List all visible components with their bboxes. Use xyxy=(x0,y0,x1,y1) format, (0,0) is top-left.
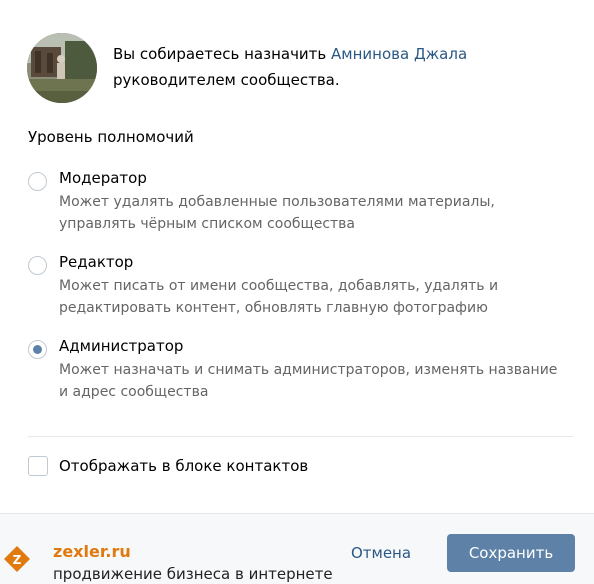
save-button[interactable]: Сохранить xyxy=(447,534,575,572)
cancel-button[interactable]: Отмена xyxy=(335,540,427,566)
zexler-logo-icon: Z xyxy=(4,546,30,572)
divider xyxy=(28,436,573,437)
option-moderator-label[interactable]: Модератор xyxy=(59,169,147,187)
option-administrator-label[interactable]: Администратор xyxy=(59,337,183,355)
contacts-checkbox-label[interactable]: Отображать в блоке контактов xyxy=(59,457,308,475)
option-administrator-description: Может назначать и снимать администраторо… xyxy=(59,362,558,400)
option-moderator-description: Может удалять добавленные пользователями… xyxy=(59,194,495,232)
radio-administrator[interactable] xyxy=(28,340,47,359)
watermark-tagline: продвижение бизнеса в интернете xyxy=(53,565,333,583)
avatar-photo xyxy=(27,33,97,103)
zexler-logo-letter: Z xyxy=(13,553,22,567)
radio-moderator[interactable] xyxy=(28,172,47,191)
permission-level-title: Уровень полномочий xyxy=(28,128,194,146)
intro-text-before: Вы собираетесь назначить xyxy=(113,45,332,63)
option-editor-label[interactable]: Редактор xyxy=(59,253,133,271)
dialog-footer: Z zexler.ru продвижение бизнеса в интерн… xyxy=(0,513,594,584)
option-editor-description: Может писать от имени сообщества, добавл… xyxy=(59,278,499,316)
contacts-checkbox[interactable] xyxy=(28,456,48,476)
intro-text-after: руководителем сообщества. xyxy=(113,71,340,89)
radio-editor[interactable] xyxy=(28,256,47,275)
watermark-site: zexler.ru xyxy=(53,542,131,561)
intro-text: Вы собираетесь назначить Амнинова Джала … xyxy=(113,41,553,93)
avatar[interactable] xyxy=(27,33,97,103)
user-name-link[interactable]: Амнинова Джала xyxy=(331,45,467,63)
